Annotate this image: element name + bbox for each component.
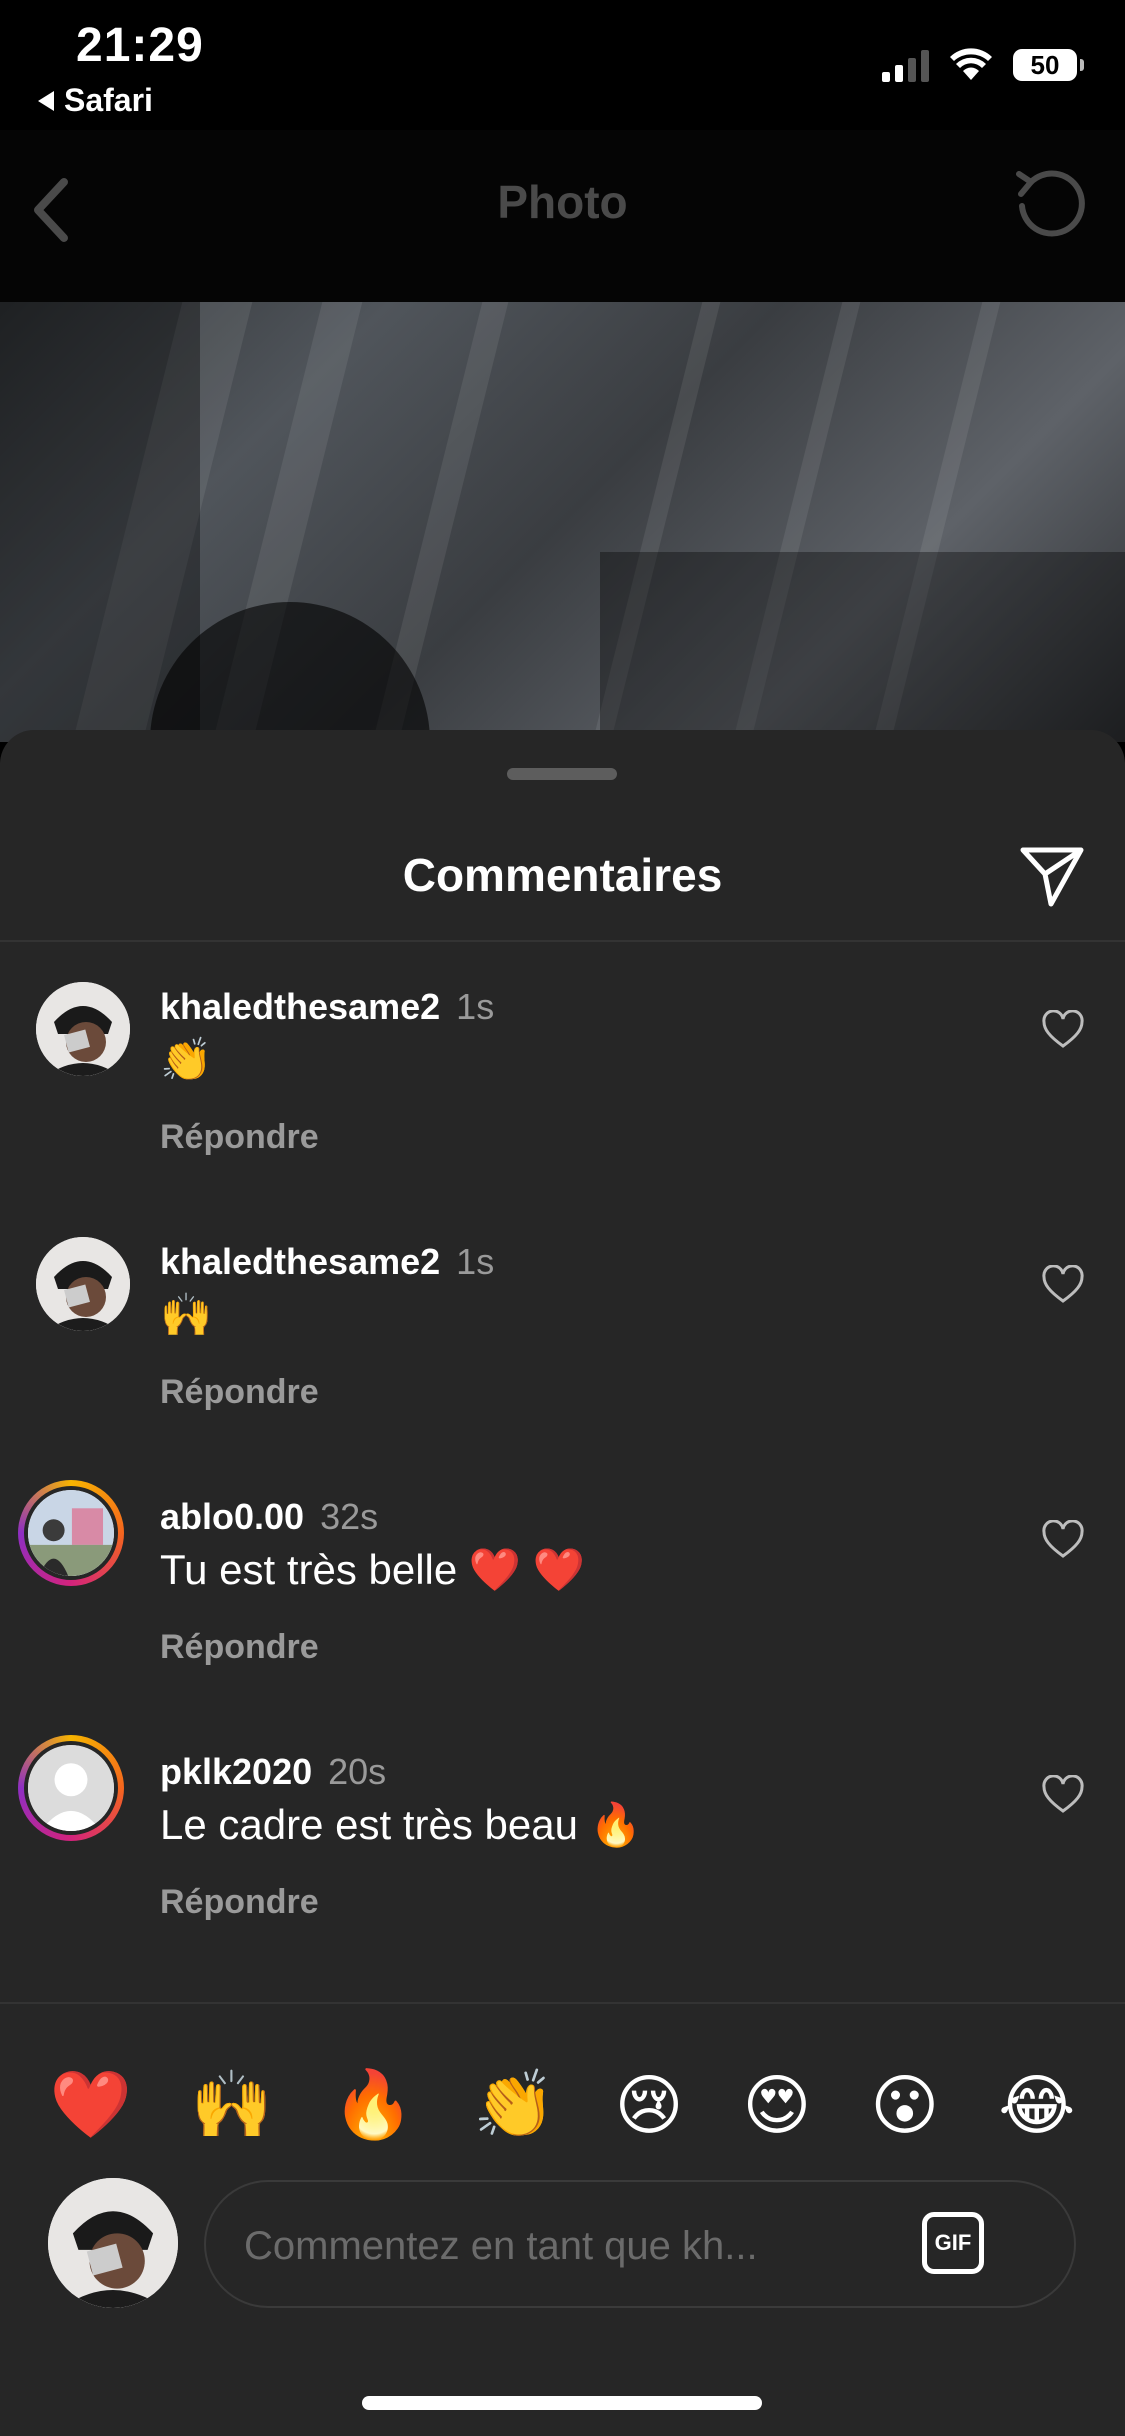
user-photo-icon <box>48 2178 178 2308</box>
comment-item: ablo0.00 32s Tu est très belle ❤️ ❤️ Rép… <box>0 1480 1125 1700</box>
emoji-laughing[interactable]: 😂 <box>998 2067 1075 2144</box>
comment-username[interactable]: khaledthesame2 <box>160 1241 440 1282</box>
like-heart-icon[interactable] <box>1041 1010 1085 1050</box>
comment-time: 20s <box>328 1751 387 1792</box>
comment-time: 32s <box>320 1496 379 1537</box>
emoji-raising-hands[interactable]: 🙌 <box>191 2066 273 2144</box>
like-heart-icon[interactable] <box>1041 1520 1085 1560</box>
navigation-bar: Photo <box>0 130 1125 303</box>
reply-button[interactable]: Répondre <box>160 1118 319 1157</box>
comment-time: 1s <box>456 986 495 1027</box>
reply-button[interactable]: Répondre <box>160 1883 319 1922</box>
gif-button[interactable]: GIF <box>922 2212 984 2274</box>
divider <box>0 940 1125 942</box>
comment-header: ablo0.00 32s <box>160 1496 378 1538</box>
comment-text: 🙌 <box>160 1291 213 1338</box>
current-user-avatar <box>48 2178 178 2308</box>
divider <box>0 2002 1125 2004</box>
home-indicator[interactable] <box>362 2396 762 2410</box>
emoji-clapping[interactable]: 👏 <box>473 2066 555 2144</box>
comments-sheet: Commentaires khaledthesame2 1s 👏 Répondr… <box>0 730 1125 2436</box>
comment-header: khaledthesame2 1s <box>160 986 494 1028</box>
cellular-signal-icon <box>882 48 929 82</box>
sheet-grabber[interactable] <box>507 768 617 780</box>
reply-button[interactable]: Répondre <box>160 1628 319 1667</box>
sheet-title: Commentaires <box>402 849 723 901</box>
avatar[interactable] <box>36 982 130 1076</box>
post-photo[interactable] <box>0 302 1125 742</box>
user-photo-icon <box>36 1237 130 1331</box>
comment-item: khaledthesame2 1s 🙌 Répondre <box>0 1225 1125 1445</box>
emoji-fire[interactable]: 🔥 <box>332 2066 414 2144</box>
status-indicators: 50 <box>882 48 1084 82</box>
avatar-with-story-ring[interactable] <box>18 1735 124 1841</box>
back-triangle-icon <box>38 90 54 111</box>
back-app-label: Safari <box>64 82 153 118</box>
comment-input[interactable] <box>242 2210 886 2282</box>
reply-button[interactable]: Répondre <box>160 1373 319 1412</box>
share-send-icon[interactable] <box>1017 840 1087 910</box>
like-heart-icon[interactable] <box>1041 1775 1085 1815</box>
comment-username[interactable]: khaledthesame2 <box>160 986 440 1027</box>
comment-username[interactable]: pklk2020 <box>160 1751 312 1792</box>
comment-text: 👏 <box>160 1036 213 1083</box>
refresh-icon[interactable] <box>1007 160 1097 250</box>
comment-header: khaledthesame2 1s <box>160 1241 494 1283</box>
emoji-crying[interactable]: 😢 <box>615 2067 684 2144</box>
page-title: Photo <box>497 176 628 228</box>
emoji-heart[interactable]: ❤️ <box>50 2066 132 2144</box>
emoji-heart-eyes[interactable]: 😍 <box>742 2067 811 2144</box>
avatar[interactable] <box>36 1237 130 1331</box>
comment-header: pklk2020 20s <box>160 1751 386 1793</box>
comment-username[interactable]: ablo0.00 <box>160 1496 304 1537</box>
default-user-icon <box>28 1745 114 1831</box>
comment-text: Tu est très belle ❤️ ❤️ <box>160 1546 586 1593</box>
comment-composer: GIF <box>204 2180 1076 2308</box>
emoji-surprised[interactable]: 😮 <box>870 2067 939 2144</box>
comment-text: Le cadre est très beau 🔥 <box>160 1801 642 1848</box>
comment-item: khaledthesame2 1s 👏 Répondre <box>0 970 1125 1190</box>
status-bar: 21:29 Safari 50 <box>0 0 1125 130</box>
user-photo-icon <box>28 1490 114 1576</box>
comment-item: pklk2020 20s Le cadre est très beau 🔥 Ré… <box>0 1735 1125 1955</box>
like-heart-icon[interactable] <box>1041 1265 1085 1305</box>
wifi-icon <box>950 48 992 80</box>
avatar-with-story-ring[interactable] <box>18 1480 124 1586</box>
quick-emoji-bar: ❤️ 🙌 🔥 👏 😢 😍 😮 😂 <box>0 2050 1125 2160</box>
user-photo-icon <box>36 982 130 1076</box>
status-time: 21:29 <box>76 19 204 72</box>
comment-time: 1s <box>456 1241 495 1282</box>
back-to-app-link[interactable]: Safari <box>38 82 153 119</box>
battery-icon: 50 <box>1013 49 1084 81</box>
